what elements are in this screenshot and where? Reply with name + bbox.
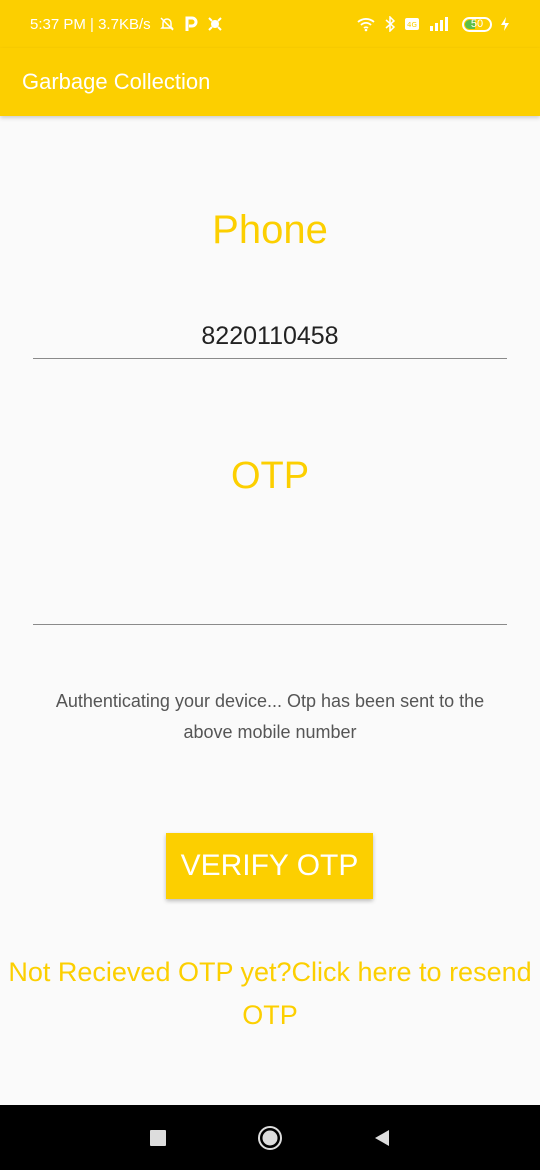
home-circle-icon[interactable]: [252, 1105, 288, 1170]
nav-bar: [0, 1105, 540, 1170]
app-icon: [207, 16, 223, 32]
phone-input[interactable]: [33, 314, 507, 359]
resend-otp-link[interactable]: Not Recieved OTP yet?Click here to resen…: [0, 951, 540, 1037]
info-text: Authenticating your device... Otp has be…: [55, 691, 485, 742]
square-icon[interactable]: [140, 1105, 176, 1170]
app-bar: Garbage Collection: [0, 48, 540, 116]
parking-icon: [183, 16, 199, 32]
signal-icon: [428, 16, 454, 32]
status-time-speed: 5:37 PM | 3.7KB/s: [30, 15, 151, 33]
svg-text:4G: 4G: [407, 21, 417, 29]
volte-icon: 4G: [404, 16, 420, 32]
charging-icon: [500, 16, 510, 32]
app-title: Garbage Collection: [22, 69, 211, 94]
back-triangle-icon[interactable]: [364, 1105, 400, 1170]
verify-otp-button[interactable]: VERIFY OTP: [166, 833, 373, 899]
otp-label: OTP: [230, 455, 310, 497]
wifi-icon: [356, 16, 376, 32]
battery-icon: 50: [462, 16, 492, 32]
mute-bell-icon: [159, 16, 175, 32]
otp-input[interactable]: [33, 580, 507, 625]
phone-label: Phone: [212, 208, 328, 252]
bluetooth-icon: [384, 16, 396, 32]
battery-level: 50: [470, 18, 484, 30]
status-bar: 5:37 PM | 3.7KB/s 4G 50: [0, 0, 540, 48]
